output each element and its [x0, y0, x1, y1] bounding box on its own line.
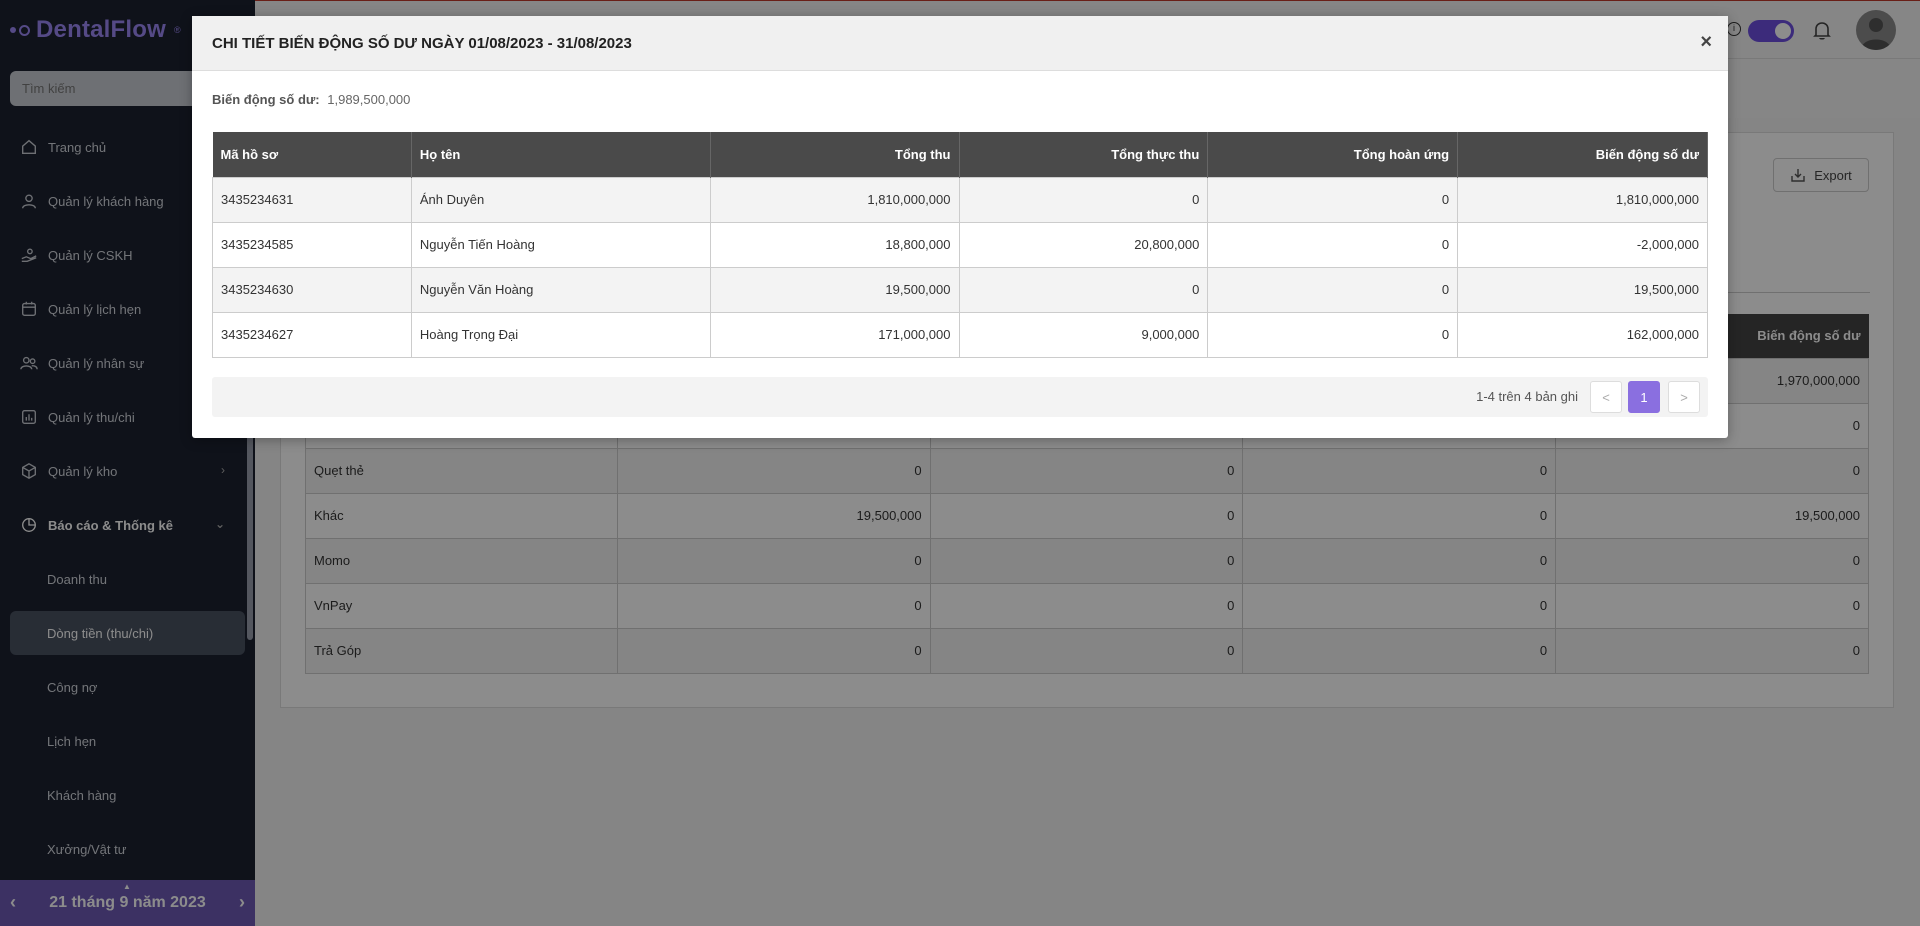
record-id: 3435234585	[212, 221, 412, 268]
actual-income: 0	[958, 266, 1209, 313]
actual-income: 9,000,000	[958, 311, 1209, 358]
actual-income: 20,800,000	[958, 221, 1209, 268]
balance-summary: Biến động số dư: 1,989,500,000	[212, 92, 410, 107]
patient-name-link[interactable]: Ánh Duyên	[410, 176, 711, 223]
total-income: 18,800,000	[709, 221, 960, 268]
balance-change: -2,000,000	[1457, 221, 1708, 268]
column-header[interactable]: Tổng thu	[710, 132, 960, 177]
balance-value: 1,989,500,000	[327, 92, 411, 107]
table-row[interactable]: 3435234631 Ánh Duyên 1,810,000,000 0 0 1…	[212, 176, 1708, 223]
page-button[interactable]: 1	[1628, 381, 1660, 413]
patient-name-link[interactable]: Hoàng Trọng Đại	[410, 311, 711, 358]
record-id: 3435234630	[212, 266, 412, 313]
balance-label: Biến động số dư:	[212, 92, 320, 107]
patient-name-link[interactable]: Nguyễn Tiến Hoàng	[410, 221, 711, 268]
table-row[interactable]: 3435234585 Nguyễn Tiến Hoàng 18,800,000 …	[212, 221, 1708, 268]
pagination: 1-4 trên 4 bản ghi < 1 >	[212, 377, 1708, 417]
modal-header: CHI TIẾT BIẾN ĐỘNG SỐ DƯ NGÀY 01/08/2023…	[192, 16, 1728, 71]
record-id: 3435234631	[212, 176, 412, 223]
column-header[interactable]: Mã hồ sơ	[212, 132, 412, 177]
column-header[interactable]: Tổng thực thu	[959, 132, 1209, 177]
record-id: 3435234627	[212, 311, 412, 358]
balance-change: 19,500,000	[1457, 266, 1708, 313]
pagination-info: 1-4 trên 4 bản ghi	[1476, 389, 1578, 404]
actual-income: 0	[958, 176, 1209, 223]
total-income: 1,810,000,000	[709, 176, 960, 223]
total-income: 19,500,000	[709, 266, 960, 313]
column-header[interactable]: Tổng hoàn ứng	[1207, 132, 1459, 177]
next-page-button[interactable]: >	[1668, 381, 1700, 413]
balance-detail-table: Mã hồ sơ Họ tên Tổng thu Tổng thực thu T…	[212, 132, 1708, 358]
column-header[interactable]: Biến động số dư	[1457, 132, 1708, 177]
total-refund: 0	[1207, 176, 1459, 223]
table-row[interactable]: 3435234630 Nguyễn Văn Hoàng 19,500,000 0…	[212, 266, 1708, 313]
modal-title: CHI TIẾT BIẾN ĐỘNG SỐ DƯ NGÀY 01/08/2023…	[212, 34, 632, 52]
prev-page-button[interactable]: <	[1590, 381, 1622, 413]
table-row[interactable]: 3435234627 Hoàng Trọng Đại 171,000,000 9…	[212, 311, 1708, 358]
total-income: 171,000,000	[709, 311, 960, 358]
balance-change: 1,810,000,000	[1457, 176, 1708, 223]
total-refund: 0	[1207, 266, 1459, 313]
table-header-row: Mã hồ sơ Họ tên Tổng thu Tổng thực thu T…	[212, 132, 1708, 177]
balance-change: 162,000,000	[1457, 311, 1708, 358]
total-refund: 0	[1207, 311, 1459, 358]
patient-name-link[interactable]: Nguyễn Văn Hoàng	[410, 266, 711, 313]
close-icon[interactable]: ×	[1700, 32, 1712, 52]
balance-detail-modal: CHI TIẾT BIẾN ĐỘNG SỐ DƯ NGÀY 01/08/2023…	[192, 16, 1728, 438]
column-header[interactable]: Họ tên	[411, 132, 711, 177]
total-refund: 0	[1207, 221, 1459, 268]
